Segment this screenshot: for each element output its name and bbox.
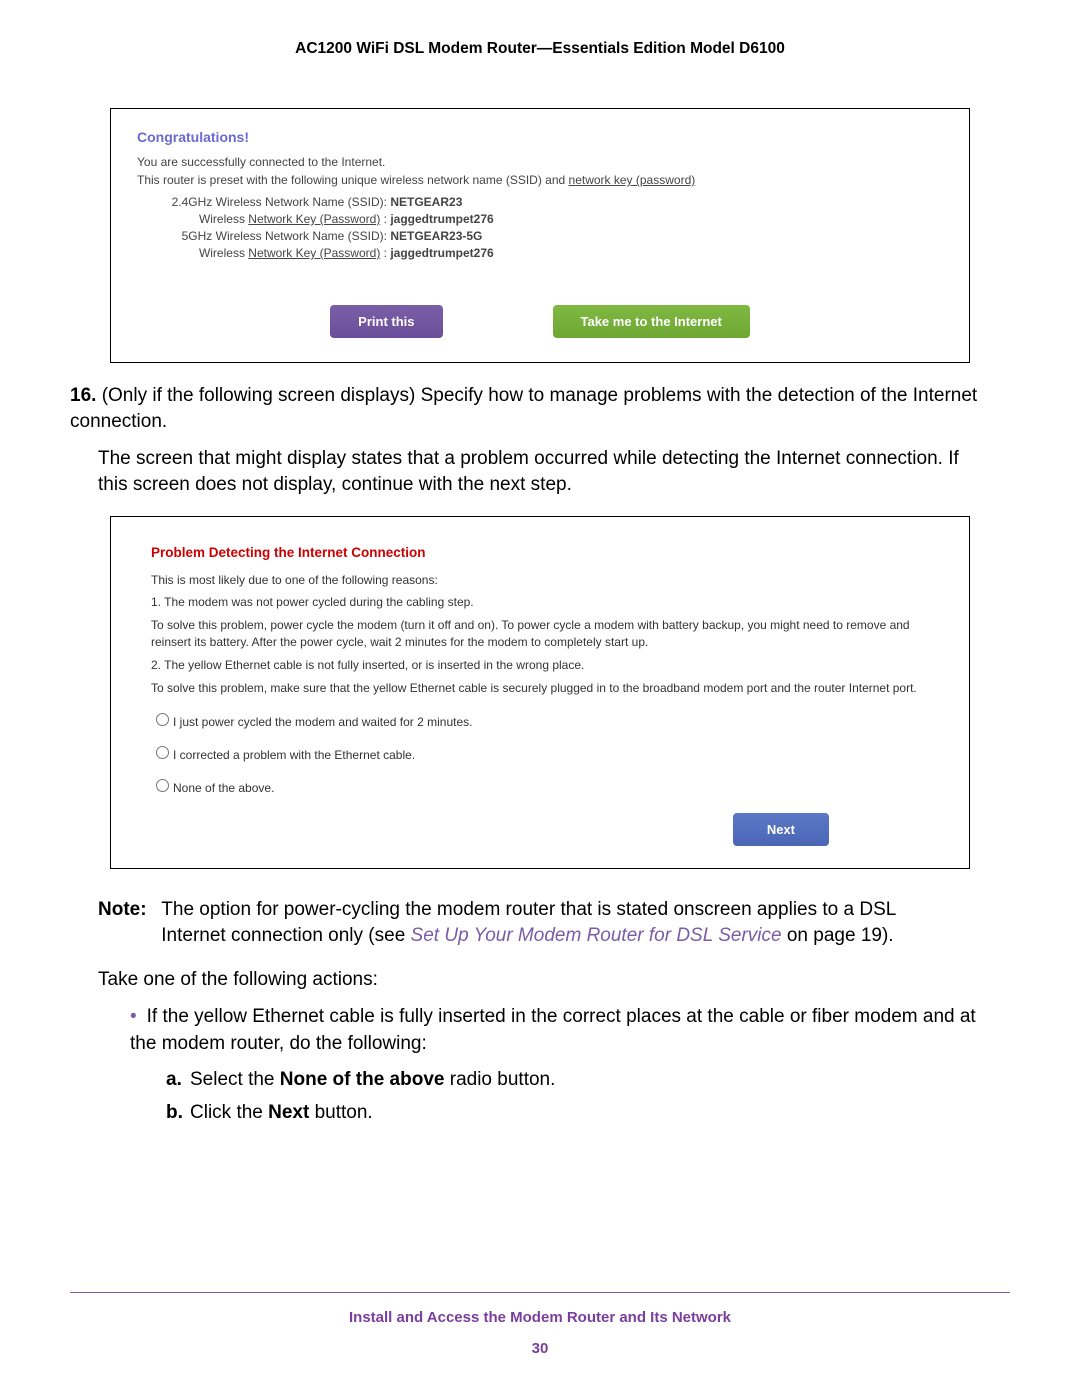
step-16-para: The screen that might display states tha…	[98, 446, 982, 497]
problem-reason-2-solve: To solve this problem, make sure that th…	[151, 680, 929, 697]
radio-none-of-above[interactable]: None of the above.	[151, 776, 929, 795]
print-this-button[interactable]: Print this	[330, 305, 442, 338]
substep-a: a.Select the None of the above radio but…	[166, 1067, 982, 1094]
note-block: Note: The option for power-cycling the m…	[98, 897, 982, 948]
substep-b: b.Click the Next button.	[166, 1100, 982, 1127]
key-5ghz: Wireless Network Key (Password) : jagged…	[157, 246, 943, 260]
key-24ghz: Wireless Network Key (Password) : jagged…	[157, 212, 943, 226]
problem-heading: Problem Detecting the Internet Connectio…	[151, 545, 929, 560]
problem-intro: This is most likely due to one of the fo…	[151, 572, 929, 589]
actions-intro: Take one of the following actions:	[98, 967, 982, 993]
problem-reason-1-solve: To solve this problem, power cycle the m…	[151, 617, 929, 651]
bullet-item: •If the yellow Ethernet cable is fully i…	[130, 1004, 982, 1126]
next-button[interactable]: Next	[733, 813, 829, 846]
document-title: AC1200 WiFi DSL Modem Router—Essentials …	[70, 40, 1010, 58]
problem-reason-2: 2. The yellow Ethernet cable is not full…	[151, 657, 929, 674]
congrats-text: You are successfully connected to the In…	[137, 155, 943, 169]
problem-reason-1: 1. The modem was not power cycled during…	[151, 594, 929, 611]
link-dsl-setup[interactable]: Set Up Your Modem Router for DSL Service	[411, 925, 782, 946]
screenshot-problem: Problem Detecting the Internet Connectio…	[110, 516, 970, 870]
footer-page-number: 30	[70, 1340, 1010, 1357]
ssid-24ghz: 2.4GHz Wireless Network Name (SSID): NET…	[157, 195, 943, 209]
page-footer: Install and Access the Modem Router and …	[70, 1284, 1010, 1357]
radio-ethernet-fixed[interactable]: I corrected a problem with the Ethernet …	[151, 743, 929, 762]
take-me-to-internet-button[interactable]: Take me to the Internet	[553, 305, 750, 338]
radio-power-cycled[interactable]: I just power cycled the modem and waited…	[151, 710, 929, 729]
congrats-text: This router is preset with the following…	[137, 173, 943, 187]
ssid-5ghz: 5GHz Wireless Network Name (SSID): NETGE…	[157, 229, 943, 243]
step-16: 16. (Only if the following screen displa…	[70, 383, 1010, 434]
screenshot-congratulations: Congratulations! You are successfully co…	[110, 108, 970, 363]
congrats-heading: Congratulations!	[137, 129, 943, 145]
footer-section-title: Install and Access the Modem Router and …	[70, 1309, 1010, 1326]
